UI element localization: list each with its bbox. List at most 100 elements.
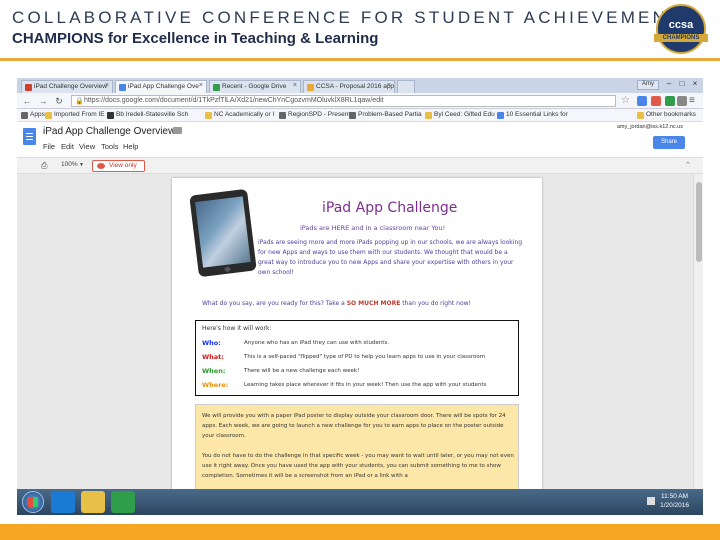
maximize-icon[interactable]: □ [676, 79, 688, 90]
bookmark-imported[interactable]: Imported From IE [45, 111, 105, 119]
menu-icon[interactable]: ≡ [689, 95, 695, 106]
page-icon [349, 112, 356, 119]
star-icon[interactable]: ☆ [160, 126, 168, 137]
bookmark-label: NC Academically or I [214, 111, 275, 118]
tab-label: Recent - Google Drive [222, 83, 287, 90]
conference-title: COLLABORATIVE CONFERENCE FOR STUDENT ACH… [12, 8, 682, 27]
system-clock[interactable]: 11:50 AM 1/20/2016 [660, 492, 689, 510]
reload-icon[interactable]: ↻ [53, 95, 65, 107]
windows-logo-icon [28, 497, 38, 507]
extension-icon[interactable] [677, 96, 687, 106]
scrollbar-thumb[interactable] [696, 182, 702, 262]
folder-icon [205, 112, 212, 119]
bookmark-gifted[interactable]: Byl Ceed: Gifted Edu [425, 111, 495, 119]
clock-time: 11:50 AM [661, 493, 689, 500]
chevron-down-icon: ▼ [79, 162, 84, 168]
user-email[interactable]: amy_jordan@iss.k12.nc.us [617, 124, 683, 130]
print-icon[interactable]: ⎙ [41, 161, 47, 171]
bookmark-label: Other bookmarks [646, 111, 696, 118]
page-icon [497, 112, 504, 119]
bookmark-iss[interactable]: Bb Iredell-Statesville Sch [107, 111, 189, 119]
other-bookmarks[interactable]: Other bookmarks [637, 111, 696, 119]
share-button[interactable]: Share [653, 136, 685, 149]
vertical-scrollbar[interactable] [693, 174, 703, 489]
when-desc: There will be a new challenge each week! [244, 368, 360, 374]
forward-icon[interactable]: → [37, 95, 49, 107]
close-icon[interactable]: × [293, 82, 297, 89]
docs-toolbar: ⎙ 100% ▼ View only ⌃ [17, 158, 703, 174]
menu-view[interactable]: View [79, 142, 95, 151]
folder-icon [45, 112, 52, 119]
document-intro: iPads are seeing more and more iPads pop… [258, 239, 523, 276]
document-title[interactable]: iPad App Challenge Overview [43, 126, 175, 137]
action-center-icon[interactable] [647, 497, 655, 505]
view-only-button[interactable]: View only [92, 160, 145, 172]
close-icon[interactable]: × [199, 82, 203, 89]
bookmark-nc[interactable]: NC Academically or I [205, 111, 275, 119]
menu-edit[interactable]: Edit [61, 142, 74, 151]
logo-text: ccsa [668, 19, 694, 31]
bookmark-region[interactable]: RegionSPD - Present [279, 111, 351, 119]
apps-icon [21, 112, 28, 119]
docs-logo-icon[interactable] [23, 128, 36, 145]
file-explorer-icon[interactable] [81, 491, 105, 513]
address-bar-row: ← → ↻ 🔒 https://docs.google.com/document… [17, 93, 703, 109]
page-icon [279, 112, 286, 119]
box-title: Here's how it will work: [202, 325, 272, 332]
bookmark-label: Bb Iredell-Statesville Sch [116, 111, 189, 118]
conference-subtitle: CHAMPIONS for Excellence in Teaching & L… [12, 30, 379, 47]
lock-icon: 🔒 [75, 98, 84, 105]
folder-icon [637, 112, 644, 119]
slide-footer-bar [0, 524, 720, 540]
browser-tab-3[interactable]: Recent - Google Drive × [209, 80, 301, 93]
browser-tab-1[interactable]: iPad Challenge Overview × [21, 80, 113, 93]
where-desc: Learning takes place wherever it fits in… [244, 382, 487, 388]
document-tagline: What do you say, are you ready for this?… [202, 300, 522, 307]
bookmark-label: RegionSPD - Present [288, 111, 351, 118]
eye-icon [97, 163, 105, 169]
folder-icon[interactable] [173, 127, 182, 134]
how-it-works-box: Here's how it will work: Who: Anyone who… [195, 320, 519, 396]
chrome-icon[interactable] [111, 491, 135, 513]
document-subheading: iPads are HERE and in a classroom near Y… [300, 224, 446, 232]
tagline-part-c: than you do right now! [402, 300, 471, 307]
extension-icon[interactable] [637, 96, 647, 106]
folder-icon [425, 112, 432, 119]
document-page: iPad App Challenge iPads are HERE and in… [172, 178, 542, 508]
drive-icon [213, 84, 220, 91]
docs-header: iPad App Challenge Overview ☆ File Edit … [17, 122, 703, 158]
browser-tab-4[interactable]: CCSA - Proposal 2016 app × [303, 80, 395, 93]
ipad-home-button [224, 266, 231, 273]
windows-taskbar: 11:50 AM 1/20/2016 [17, 489, 703, 515]
user-chip[interactable]: Amy [637, 80, 659, 90]
bookmark-links[interactable]: 10 Essential Links for [497, 111, 568, 119]
bookmarks-bar: Apps Imported From IE Bb Iredell-Statesv… [17, 109, 703, 122]
zoom-select[interactable]: 100% [61, 161, 78, 168]
menu-tools[interactable]: Tools [101, 142, 119, 151]
document-heading: iPad App Challenge [322, 200, 458, 216]
back-icon[interactable]: ← [21, 95, 33, 107]
tab-label: iPad Challenge Overview [34, 83, 107, 90]
close-icon[interactable]: × [105, 82, 109, 89]
new-tab-button[interactable] [397, 80, 415, 93]
close-icon[interactable]: × [387, 82, 391, 89]
tab-label: iPad App Challenge Ove [128, 83, 199, 90]
who-desc: Anyone who has an iPad they can use with… [244, 340, 390, 346]
minimize-icon[interactable]: – [663, 79, 675, 90]
internet-explorer-icon[interactable] [51, 491, 75, 513]
start-button[interactable] [22, 491, 44, 513]
bookmark-problem[interactable]: Problem-Based Partia [349, 111, 422, 119]
extension-icon[interactable] [665, 96, 675, 106]
url-text: https://docs.google.com/document/d/1TkPz… [84, 97, 384, 104]
extension-icon[interactable] [651, 96, 661, 106]
menu-help[interactable]: Help [123, 142, 138, 151]
tagline-emphasis: SO MUCH MORE [346, 300, 401, 307]
close-window-icon[interactable]: × [689, 79, 701, 90]
bookmark-star-icon[interactable]: ☆ [621, 95, 630, 106]
collapse-icon[interactable]: ⌃ [685, 161, 691, 169]
browser-tab-2[interactable]: iPad App Challenge Ove × [115, 80, 207, 93]
bookmark-apps[interactable]: Apps [21, 111, 45, 119]
menu-file[interactable]: File [43, 142, 55, 151]
url-input[interactable]: 🔒 https://docs.google.com/document/d/1Tk… [71, 95, 616, 107]
where-label: Where: [202, 381, 229, 389]
